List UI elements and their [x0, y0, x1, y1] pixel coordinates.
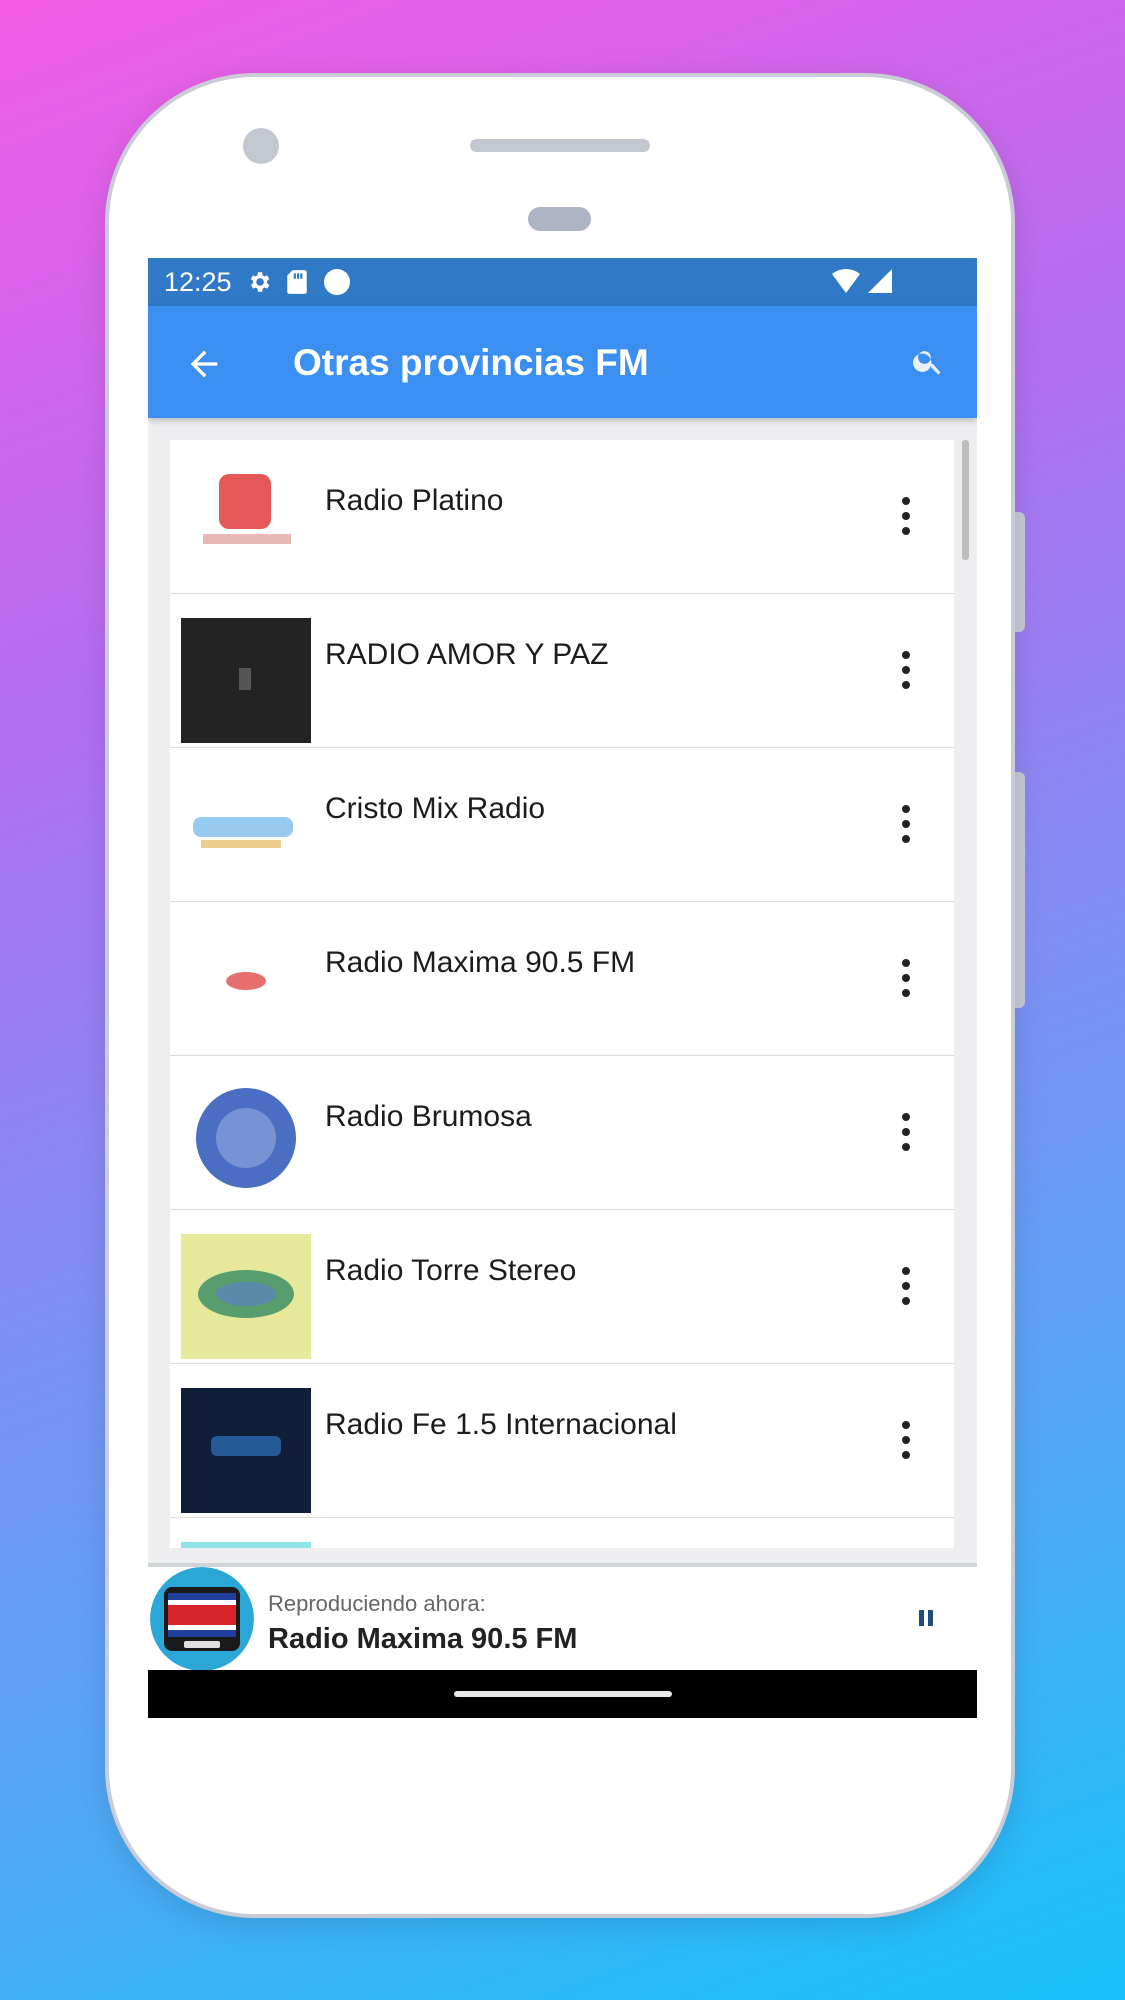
sd-card-icon	[286, 269, 308, 295]
circle-notification-icon	[322, 267, 352, 297]
list-item-station-partial[interactable]	[170, 1518, 954, 1548]
radio-platino-logo	[181, 464, 311, 589]
more-vert-icon[interactable]	[900, 650, 912, 690]
more-vert-icon[interactable]	[900, 1420, 912, 1460]
radio-fe-logo	[181, 1388, 311, 1513]
station-name: Cristo Mix Radio	[325, 792, 546, 825]
now-playing-artwork	[150, 1567, 254, 1671]
list-item-station[interactable]: Radio Brumosa	[170, 1056, 954, 1210]
now-playing-label: Reproduciendo ahora:	[268, 1591, 486, 1616]
home-gesture-handle[interactable]	[454, 1691, 672, 1697]
now-playing-station: Radio Maxima 90.5 FM	[268, 1623, 578, 1655]
list-item-station[interactable]: Radio Platino	[170, 440, 954, 594]
station-name: Radio Fe 1.5 Internacional	[325, 1408, 677, 1441]
app-bar: Otras provincias FM	[148, 306, 977, 418]
front-camera	[243, 128, 279, 164]
proximity-sensor	[528, 207, 591, 231]
search-icon[interactable]	[911, 344, 947, 380]
more-vert-icon[interactable]	[900, 496, 912, 536]
station-name: Radio Brumosa	[325, 1100, 532, 1133]
cristo-mix-radio-logo	[181, 772, 311, 897]
station-logo	[181, 1542, 311, 1548]
station-name: Radio Platino	[325, 484, 504, 517]
wifi-icon	[831, 268, 861, 299]
station-name: RADIO AMOR Y PAZ	[325, 638, 609, 671]
radio-brumosa-logo	[181, 1080, 311, 1205]
radio-maxima-logo	[181, 926, 311, 1051]
back-arrow-icon[interactable]	[184, 344, 224, 384]
more-vert-icon[interactable]	[900, 1266, 912, 1306]
pause-icon[interactable]	[915, 1607, 937, 1629]
station-list: Radio Platino RADIO AMOR Y PAZ Cristo Mi…	[170, 440, 954, 1548]
list-item-station[interactable]: Radio Fe 1.5 Internacional	[170, 1364, 954, 1518]
more-vert-icon[interactable]	[900, 804, 912, 844]
station-name: Radio Maxima 90.5 FM	[325, 946, 636, 979]
list-item-station[interactable]: Radio Maxima 90.5 FM	[170, 902, 954, 1056]
earpiece-speaker	[470, 139, 650, 152]
gear-icon	[246, 269, 272, 295]
station-name: Radio Torre Stereo	[325, 1254, 577, 1287]
status-time: 12:25	[164, 266, 232, 297]
status-bar: 12:25	[148, 258, 977, 306]
more-vert-icon[interactable]	[900, 1112, 912, 1152]
radio-amor-y-paz-logo	[181, 618, 311, 743]
more-vert-icon[interactable]	[900, 958, 912, 998]
list-item-station[interactable]: RADIO AMOR Y PAZ	[170, 594, 954, 748]
list-item-station[interactable]: Radio Torre Stereo	[170, 1210, 954, 1364]
list-item-station[interactable]: Cristo Mix Radio	[170, 748, 954, 902]
app-screen: 12:25 Otras provincias FM Radio Platino …	[148, 258, 977, 1718]
radio-torre-stereo-logo	[181, 1234, 311, 1359]
system-nav-bar	[148, 1670, 977, 1718]
scrollbar[interactable]	[962, 440, 969, 560]
page-title: Otras provincias FM	[293, 342, 649, 383]
cell-signal-icon	[867, 268, 893, 299]
now-playing-bar[interactable]: Reproduciendo ahora: Radio Maxima 90.5 F…	[148, 1563, 977, 1671]
